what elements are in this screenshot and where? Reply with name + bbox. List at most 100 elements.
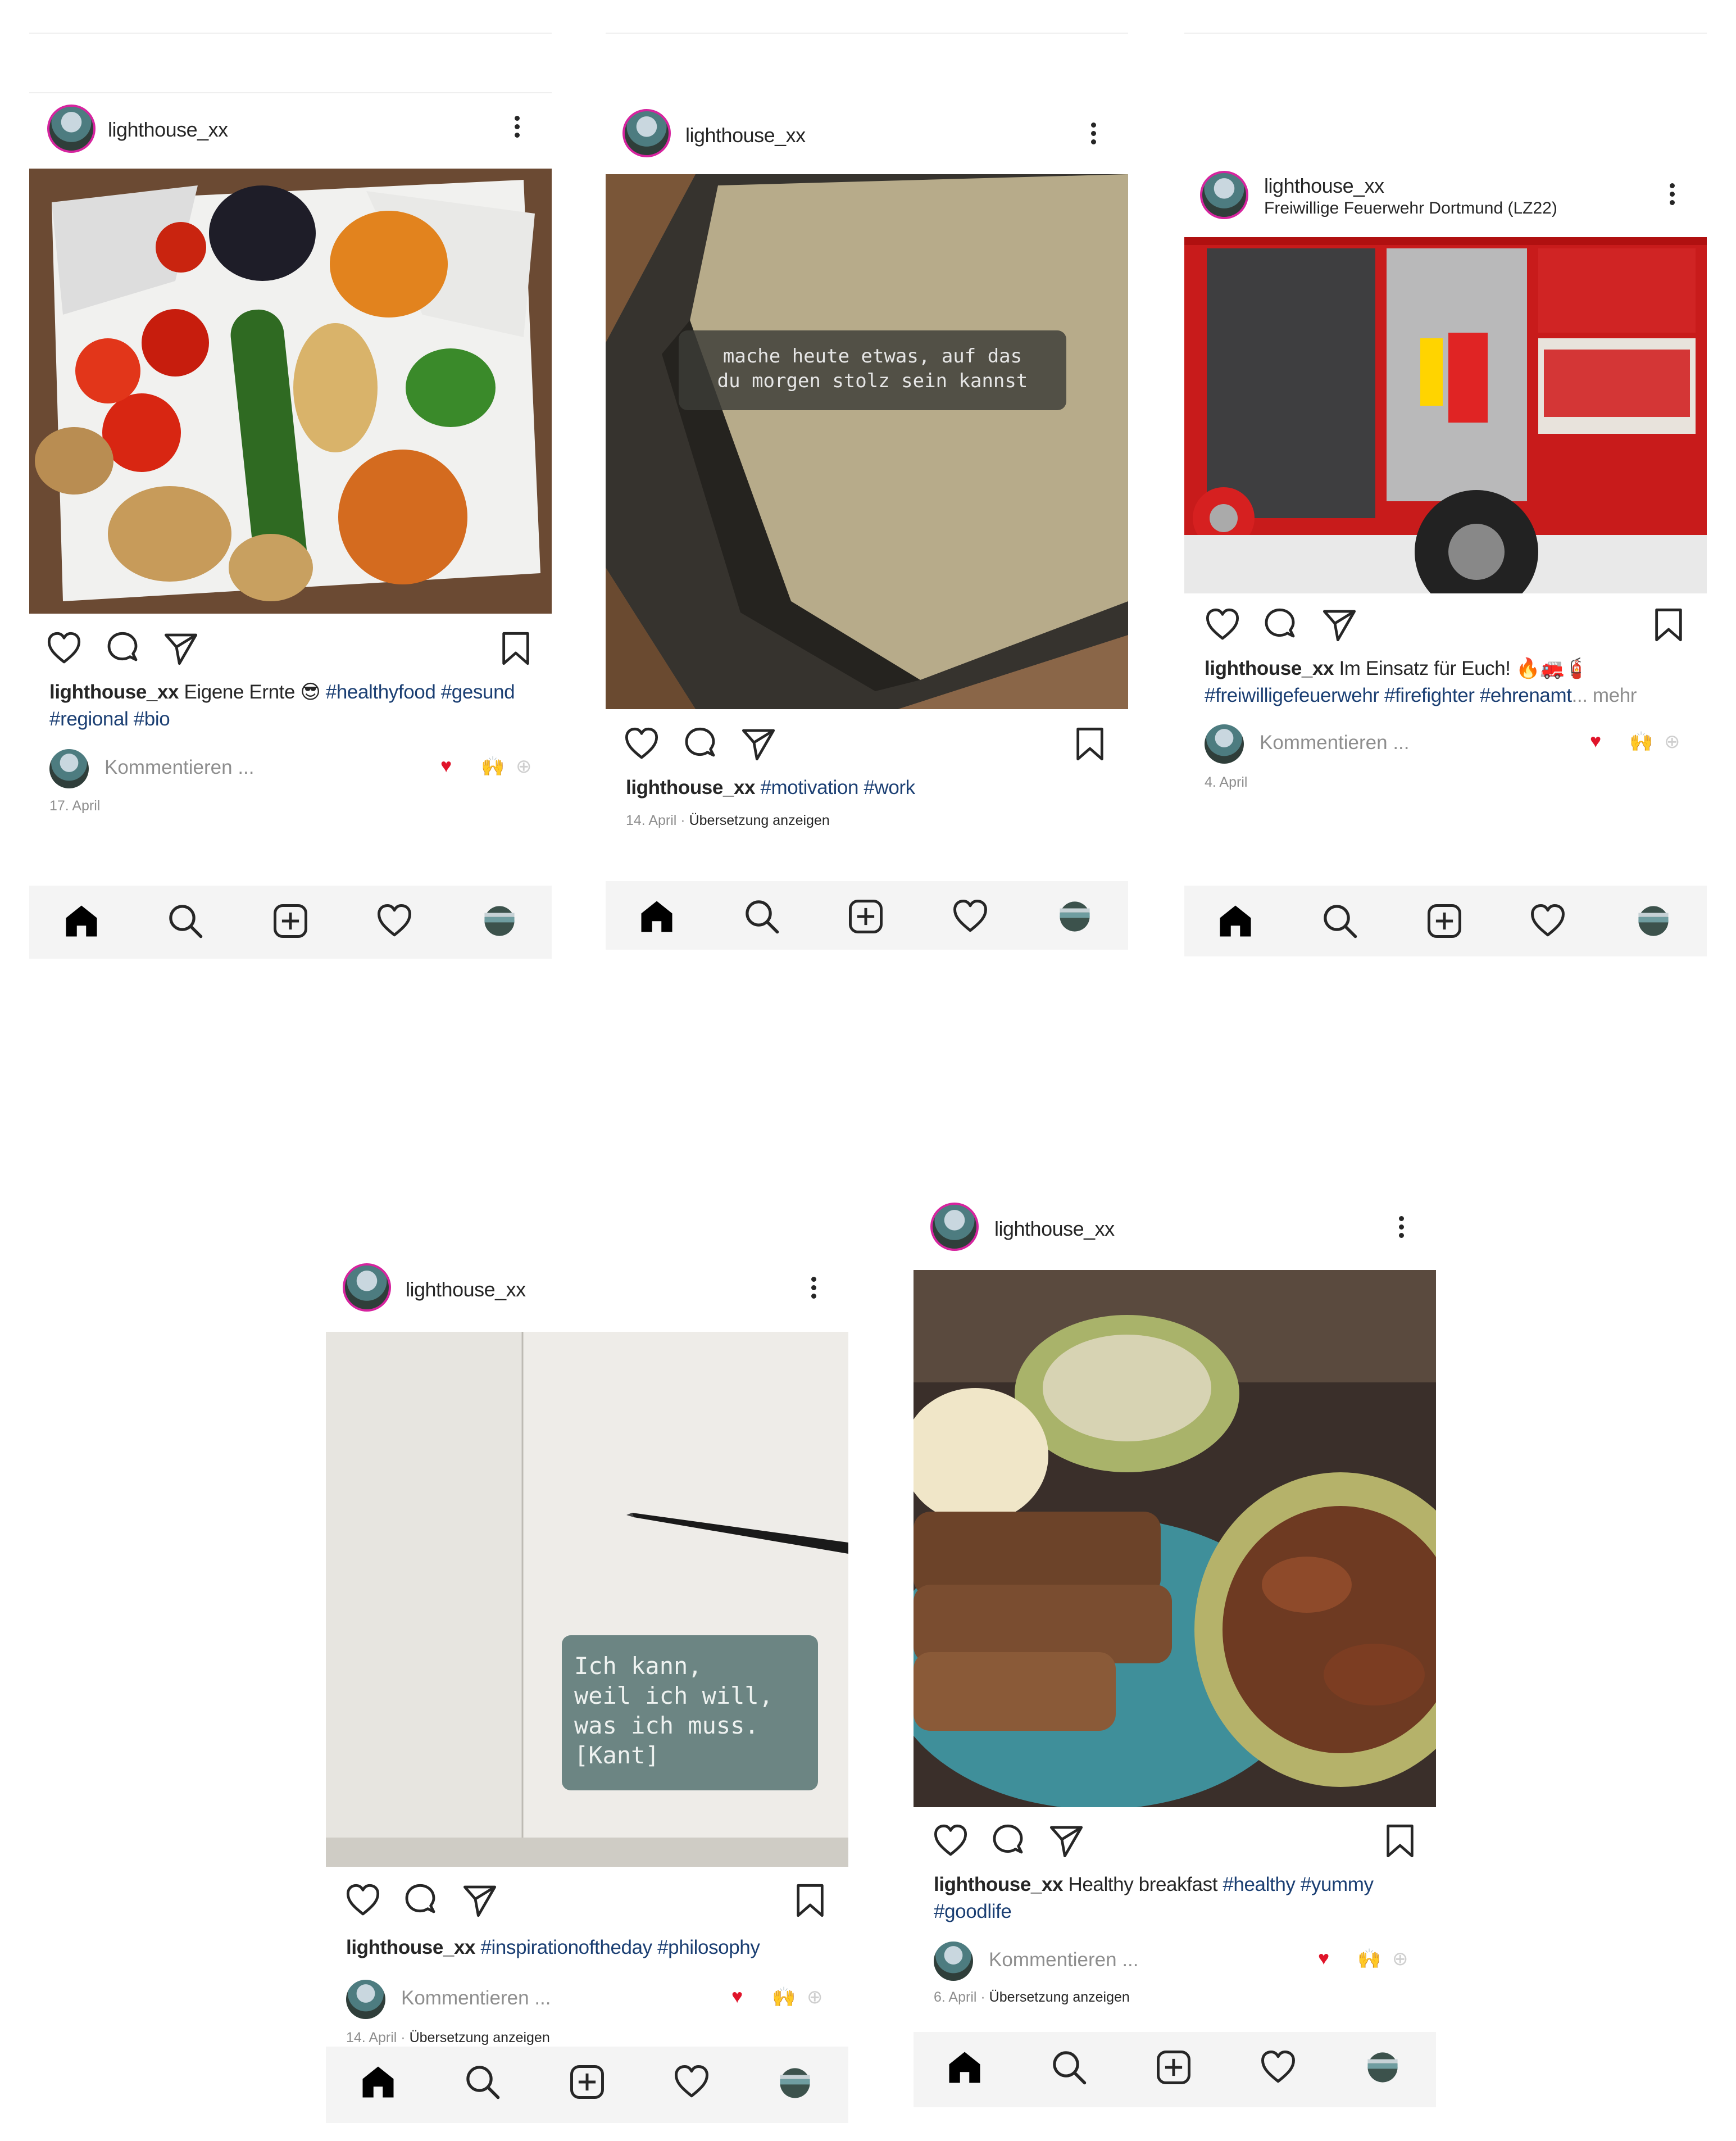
profile-avatar-icon[interactable]: [483, 905, 516, 937]
caption-hashtags[interactable]: #freiwilligefeuerwehr #firefighter #ehre…: [1205, 684, 1572, 706]
post-location[interactable]: Freiwillige Feuerwehr Dortmund (LZ22): [1264, 199, 1557, 218]
quick-heart-reaction[interactable]: ♥: [731, 1986, 743, 2008]
caption-username[interactable]: lighthouse_xx: [626, 777, 756, 799]
add-post-icon[interactable]: [1155, 2049, 1192, 2086]
quick-heart-reaction[interactable]: ♥: [440, 755, 452, 777]
share-icon[interactable]: [163, 630, 199, 666]
caption-username[interactable]: lighthouse_xx: [346, 1936, 476, 1958]
comment-input[interactable]: Kommentieren ...: [104, 756, 255, 779]
bookmark-icon[interactable]: [498, 630, 534, 666]
profile-avatar-icon[interactable]: [1058, 900, 1091, 933]
profile-avatar-icon[interactable]: [1366, 2051, 1399, 2084]
add-post-icon[interactable]: [569, 2063, 606, 2101]
comment-input[interactable]: Kommentieren ...: [1260, 732, 1410, 754]
caption-hashtags[interactable]: #motivation #work: [760, 777, 915, 799]
post-username[interactable]: lighthouse_xx: [1264, 174, 1384, 198]
activity-heart-icon[interactable]: [1260, 2049, 1297, 2086]
bookmark-icon[interactable]: [1072, 726, 1108, 762]
caption-hashtags[interactable]: #goodlife: [934, 1900, 1012, 1922]
activity-heart-icon[interactable]: [1529, 902, 1566, 940]
comment-icon[interactable]: [990, 1823, 1026, 1859]
post-username[interactable]: lighthouse_xx: [108, 118, 228, 142]
quick-clap-reaction[interactable]: 🙌: [1629, 731, 1653, 753]
comment-icon[interactable]: [104, 630, 140, 666]
caption-username[interactable]: lighthouse_xx: [49, 681, 179, 703]
home-icon[interactable]: [1217, 902, 1254, 940]
home-icon[interactable]: [63, 902, 100, 940]
user-avatar[interactable]: [930, 1203, 979, 1251]
more-options-icon[interactable]: [1667, 180, 1676, 214]
add-post-icon[interactable]: [847, 898, 884, 935]
post-image-vegetables[interactable]: [29, 169, 552, 614]
caption-hashtags[interactable]: #inspirationoftheday #philosophy: [480, 1936, 760, 1958]
like-icon[interactable]: [345, 1883, 381, 1918]
add-reaction-icon[interactable]: ⊕: [1664, 731, 1680, 753]
user-avatar[interactable]: [343, 1263, 391, 1312]
like-icon[interactable]: [46, 630, 82, 666]
share-icon[interactable]: [740, 726, 776, 762]
translation-link[interactable]: Übersetzung anzeigen: [410, 2030, 550, 2045]
home-icon[interactable]: [360, 2063, 397, 2101]
comment-input[interactable]: Kommentieren ...: [989, 1949, 1139, 1971]
translation-link[interactable]: Übersetzung anzeigen: [689, 813, 830, 828]
home-icon[interactable]: [946, 2049, 983, 2086]
more-options-icon[interactable]: [512, 112, 521, 146]
user-avatar[interactable]: [47, 105, 96, 153]
search-icon[interactable]: [464, 2063, 501, 2101]
bookmark-icon[interactable]: [1651, 607, 1687, 643]
comment-input[interactable]: Kommentieren ...: [401, 1987, 551, 2010]
caption-username[interactable]: lighthouse_xx: [1205, 657, 1334, 679]
share-icon[interactable]: [462, 1883, 498, 1918]
share-icon[interactable]: [1321, 607, 1357, 643]
add-post-icon[interactable]: [272, 902, 309, 940]
search-icon[interactable]: [743, 898, 780, 935]
post-action-bar: [914, 1816, 1436, 1867]
search-icon[interactable]: [167, 902, 204, 940]
share-icon[interactable]: [1048, 1823, 1084, 1859]
post-image-motivation[interactable]: mache heute etwas, auf das du morgen sto…: [606, 174, 1128, 709]
translation-link[interactable]: Übersetzung anzeigen: [989, 1989, 1130, 2005]
more-options-icon[interactable]: [809, 1273, 818, 1307]
profile-avatar-icon[interactable]: [1637, 905, 1670, 937]
add-reaction-icon[interactable]: ⊕: [516, 755, 532, 778]
caption-hashtags[interactable]: #healthy #yummy: [1223, 1874, 1374, 1895]
user-avatar[interactable]: [1200, 171, 1248, 219]
activity-heart-icon[interactable]: [376, 902, 413, 940]
quick-heart-reaction[interactable]: ♥: [1590, 731, 1601, 752]
add-post-icon[interactable]: [1426, 902, 1463, 940]
activity-heart-icon[interactable]: [673, 2063, 710, 2101]
add-reaction-icon[interactable]: ⊕: [807, 1986, 823, 2008]
comment-icon[interactable]: [402, 1883, 438, 1918]
bookmark-icon[interactable]: [1382, 1823, 1418, 1859]
caption-hashtags[interactable]: #regional #bio: [49, 708, 170, 730]
quick-clap-reaction[interactable]: 🙌: [481, 755, 505, 778]
post-image-kant-quote[interactable]: Ich kann, weil ich will, was ich muss. […: [326, 1332, 848, 1867]
more-options-icon[interactable]: [1089, 119, 1098, 153]
search-icon[interactable]: [1321, 902, 1358, 940]
quick-heart-reaction[interactable]: ♥: [1318, 1948, 1329, 1970]
bookmark-icon[interactable]: [792, 1883, 828, 1918]
post-username[interactable]: lighthouse_xx: [994, 1217, 1115, 1241]
post-header: lighthouse_xx: [606, 100, 1128, 179]
quick-clap-reaction[interactable]: 🙌: [772, 1986, 796, 2008]
comment-icon[interactable]: [1262, 607, 1298, 643]
caption-username[interactable]: lighthouse_xx: [934, 1874, 1064, 1895]
quick-clap-reaction[interactable]: 🙌: [1357, 1948, 1381, 1970]
post-image-firetruck[interactable]: [1184, 237, 1707, 593]
post-username[interactable]: lighthouse_xx: [406, 1278, 526, 1301]
more-options-icon[interactable]: [1397, 1213, 1406, 1246]
home-icon[interactable]: [638, 898, 675, 935]
like-icon[interactable]: [933, 1823, 969, 1859]
more-link[interactable]: ... mehr: [1572, 684, 1637, 706]
search-icon[interactable]: [1051, 2049, 1088, 2086]
caption-hashtags[interactable]: #healthyfood #gesund: [326, 681, 515, 703]
like-icon[interactable]: [1205, 607, 1240, 643]
add-reaction-icon[interactable]: ⊕: [1392, 1948, 1408, 1970]
activity-heart-icon[interactable]: [952, 898, 989, 935]
like-icon[interactable]: [624, 726, 660, 762]
post-image-breakfast[interactable]: [914, 1270, 1436, 1807]
user-avatar[interactable]: [622, 109, 671, 157]
comment-icon[interactable]: [682, 726, 718, 762]
post-username[interactable]: lighthouse_xx: [685, 124, 806, 147]
profile-avatar-icon[interactable]: [779, 2067, 811, 2099]
